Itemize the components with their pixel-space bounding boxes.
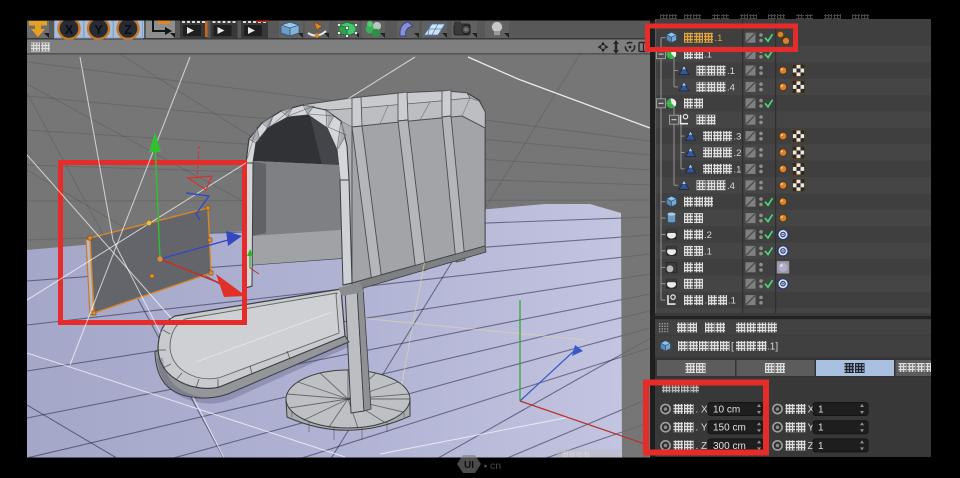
svg-text:.3: .3 <box>734 132 742 143</box>
svg-text:.1: .1 <box>727 66 735 77</box>
svg-text:150 cm: 150 cm <box>713 423 746 434</box>
svg-text:Z: Z <box>124 23 132 37</box>
svg-text:Y: Y <box>94 23 103 37</box>
svg-text:.4: .4 <box>727 82 735 93</box>
svg-text:.1: .1 <box>704 246 712 257</box>
svg-text:.1: .1 <box>734 164 742 175</box>
svg-text:. X: . X <box>696 405 709 416</box>
svg-text:.1]: .1] <box>767 342 778 353</box>
svg-text:X: X <box>65 23 74 37</box>
svg-text:.: . <box>705 296 708 307</box>
svg-text:cn: cn <box>490 460 501 472</box>
svg-text:.4: .4 <box>727 181 735 192</box>
svg-text:.2: .2 <box>734 148 742 159</box>
svg-text:1: 1 <box>818 423 824 434</box>
svg-text:. Y: . Y <box>696 423 708 434</box>
svg-text:10 cm: 10 cm <box>713 405 740 416</box>
svg-text:.1: .1 <box>715 33 723 44</box>
svg-text:.1: .1 <box>728 296 736 307</box>
svg-text:1: 1 <box>818 441 824 452</box>
svg-text:.2: .2 <box>704 230 712 241</box>
svg-text:1: 1 <box>818 405 824 416</box>
svg-text:[: [ <box>731 342 734 353</box>
svg-text:UI: UI <box>464 460 474 471</box>
